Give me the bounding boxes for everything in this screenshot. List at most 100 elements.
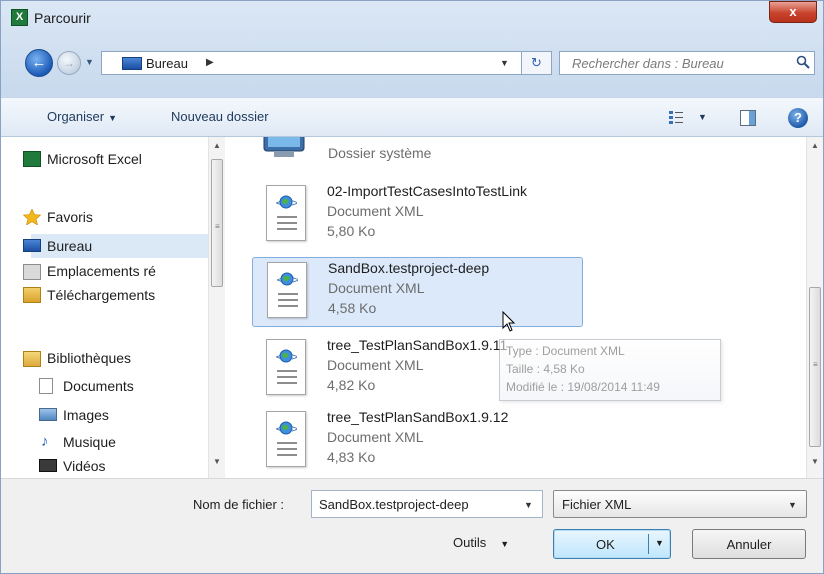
nav-item-emplacements-recents[interactable]: Emplacements ré <box>47 259 156 283</box>
title-bar: X Parcourir x <box>1 1 823 35</box>
file-name: tree_TestPlanSandBox1.9.12 <box>327 409 509 425</box>
file-list-scrollbar[interactable]: ▲ ≡ ▼ <box>806 137 823 478</box>
libraries-icon <box>23 351 41 367</box>
file-type-value: Fichier XML <box>562 497 632 512</box>
videos-icon <box>39 459 57 472</box>
close-button[interactable]: x <box>769 1 817 23</box>
file-item[interactable]: < > 02-ImportTestCasesIntoTestLink Docume… <box>252 181 583 251</box>
grip-icon: ≡ <box>813 360 818 369</box>
ok-options-dropdown-icon[interactable]: ▼ <box>655 538 664 548</box>
nav-label: Bibliothèques <box>47 350 132 366</box>
file-name: tree_TestPlanSandBox1.9.11 <box>327 337 508 353</box>
tooltip-size: Taille : 4,58 Ko <box>506 362 585 376</box>
file-item[interactable]: < > tree_TestPlanSandBox1.9.12 Document X… <box>252 407 583 477</box>
scrollbar-thumb[interactable]: ≡ <box>809 287 821 447</box>
chevron-down-icon: ▼ <box>788 500 797 510</box>
file-type: Document XML <box>327 203 424 219</box>
file-size: 5,80 Ko <box>327 223 376 239</box>
nav-label: Téléchargements <box>47 287 156 303</box>
star-icon <box>23 209 41 225</box>
split-divider <box>648 534 649 554</box>
search-icon[interactable] <box>796 55 810 69</box>
scroll-down-icon[interactable]: ▼ <box>213 457 221 466</box>
organize-label: Organiser <box>47 109 105 124</box>
command-toolbar: Organiser ▼ Nouveau dossier ▼ ? <box>1 97 823 137</box>
help-icon[interactable]: ? <box>788 108 808 128</box>
file-name: SandBox.testproject-deep <box>328 260 490 276</box>
nav-item-documents[interactable]: Documents <box>63 374 134 398</box>
nav-label: Musique <box>63 434 116 450</box>
cancel-label: Annuler <box>726 537 772 552</box>
scroll-down-icon[interactable]: ▼ <box>811 457 819 466</box>
filename-value[interactable]: SandBox.testproject-deep <box>319 497 469 512</box>
nav-item-favoris[interactable]: Favoris <box>47 205 93 229</box>
change-view-icon[interactable] <box>668 110 684 126</box>
address-bar[interactable]: Bureau ▶ ▼ <box>101 51 522 75</box>
address-dropdown-icon[interactable]: ▼ <box>500 58 509 68</box>
navigation-scrollbar[interactable]: ▲ ≡ ▼ <box>208 137 225 478</box>
refresh-button[interactable]: ↻ <box>522 51 552 75</box>
tooltip-modified: Modifié le : 19/08/2014 11:49 <box>506 380 660 394</box>
nav-item-microsoft-excel[interactable]: Microsoft Excel <box>47 147 142 171</box>
xml-file-icon: < > <box>266 411 306 467</box>
file-size: 4,82 Ko <box>327 377 376 393</box>
scrollbar-thumb[interactable]: ≡ <box>211 159 223 287</box>
computer-folder-icon[interactable] <box>260 137 308 161</box>
filename-input[interactable]: SandBox.testproject-deep ▼ <box>311 490 543 518</box>
file-size: 4,58 Ko <box>328 300 377 316</box>
nav-item-bureau[interactable]: Bureau <box>31 234 208 258</box>
preview-pane-icon[interactable] <box>740 110 756 126</box>
xml-file-icon: < > <box>267 262 307 318</box>
new-folder-button[interactable]: Nouveau dossier <box>171 109 269 124</box>
chevron-down-icon: ▼ <box>500 539 510 549</box>
navigation-bar: ← → ▼ Bureau ▶ ▼ ↻ Rechercher dans : Bur… <box>1 45 823 79</box>
images-icon <box>39 408 57 421</box>
breadcrumb-chevron-icon[interactable]: ▶ <box>206 57 214 68</box>
documents-icon <box>39 378 53 394</box>
nav-item-videos[interactable]: Vidéos <box>63 454 106 478</box>
organize-button[interactable]: Organiser ▼ <box>47 109 117 124</box>
nav-item-images[interactable]: Images <box>63 403 109 427</box>
view-options-dropdown-icon[interactable]: ▼ <box>698 112 707 122</box>
window-title: Parcourir <box>34 10 91 26</box>
ok-button[interactable]: OK ▼ <box>553 529 671 559</box>
mouse-cursor-icon <box>502 311 516 332</box>
nav-label: Favoris <box>47 209 93 225</box>
file-open-dialog: X Parcourir x ← → ▼ Bureau ▶ ▼ ↻ Recherc… <box>0 0 824 574</box>
chevron-down-icon: ▼ <box>108 113 117 123</box>
nav-item-musique[interactable]: Musique <box>63 430 116 454</box>
nav-item-bibliotheques[interactable]: Bibliothèques <box>47 346 131 370</box>
nav-label: Documents <box>63 378 134 394</box>
file-item-selected[interactable]: < > SandBox.testproject-deep Document XML… <box>252 257 583 327</box>
ok-label: OK <box>596 537 615 552</box>
excel-app-icon: X <box>11 9 28 26</box>
browser-content: Microsoft Excel Favoris Bureau Emplaceme… <box>1 137 823 478</box>
music-icon: ♪ <box>41 433 49 450</box>
grip-icon: ≡ <box>215 222 220 231</box>
tools-button[interactable]: Outils ▼ <box>453 535 509 550</box>
excel-icon <box>23 151 41 167</box>
search-placeholder: Rechercher dans : Bureau <box>572 56 724 71</box>
search-input[interactable]: Rechercher dans : Bureau <box>559 51 815 75</box>
downloads-icon <box>23 287 41 303</box>
navigation-pane: Microsoft Excel Favoris Bureau Emplaceme… <box>1 137 231 478</box>
recent-pages-dropdown-icon[interactable]: ▼ <box>85 57 94 67</box>
file-type-select[interactable]: Fichier XML ▼ <box>553 490 807 518</box>
forward-button[interactable]: → <box>57 51 81 75</box>
file-name: 02-ImportTestCasesIntoTestLink <box>327 183 527 199</box>
cancel-button[interactable]: Annuler <box>692 529 806 559</box>
scroll-up-icon[interactable]: ▲ <box>213 141 221 150</box>
dialog-footer: Nom de fichier : SandBox.testproject-dee… <box>1 478 823 573</box>
file-size: 4,83 Ko <box>327 449 376 465</box>
system-folder-type: Dossier système <box>328 145 432 161</box>
desktop-icon <box>122 57 142 70</box>
back-button[interactable]: ← <box>25 49 53 77</box>
nav-item-telechargements[interactable]: Téléchargements <box>47 283 155 307</box>
nav-label: Vidéos <box>63 458 106 474</box>
xml-file-icon: < > <box>266 185 306 241</box>
scroll-up-icon[interactable]: ▲ <box>811 141 819 150</box>
address-location[interactable]: Bureau <box>146 56 188 71</box>
filename-history-dropdown-icon[interactable]: ▼ <box>524 500 533 510</box>
svg-text:>: > <box>291 424 297 435</box>
nav-label: Microsoft Excel <box>47 151 142 167</box>
